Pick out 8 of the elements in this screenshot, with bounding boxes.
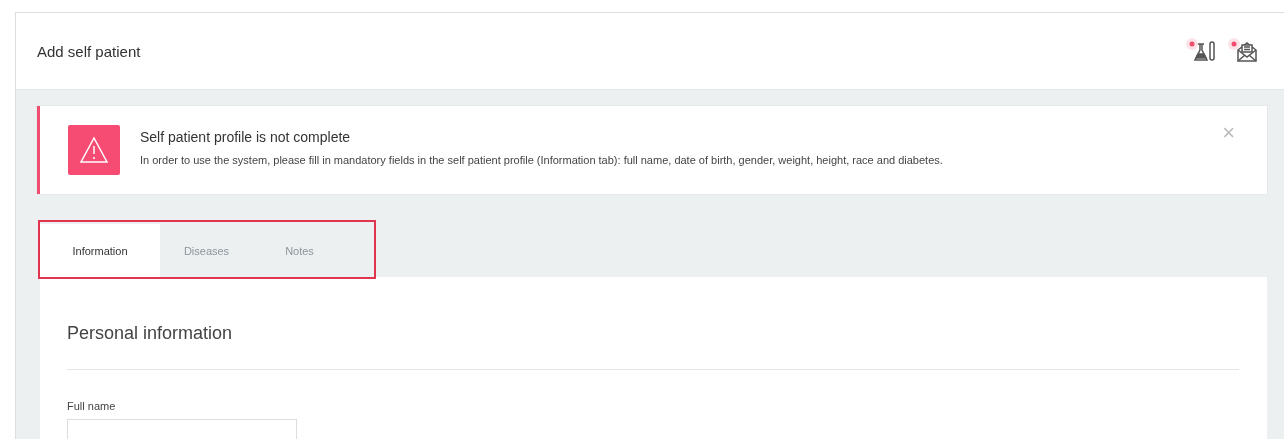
warning-icon [68,125,120,175]
alert-title: Self patient profile is not complete [140,128,352,145]
close-button[interactable]: × [1218,120,1239,146]
alert-message: In order to use the system, please fill in mandatory fields in the self patient profile (Information tab): full name, date of birth, gender, weight, height, race and diabetes. [140,153,944,166]
page-title: Add self patient [37,42,141,60]
section-title: Personal information [67,323,234,344]
tab[interactable]: Information [40,224,160,277]
field-label: Full name [67,400,117,412]
